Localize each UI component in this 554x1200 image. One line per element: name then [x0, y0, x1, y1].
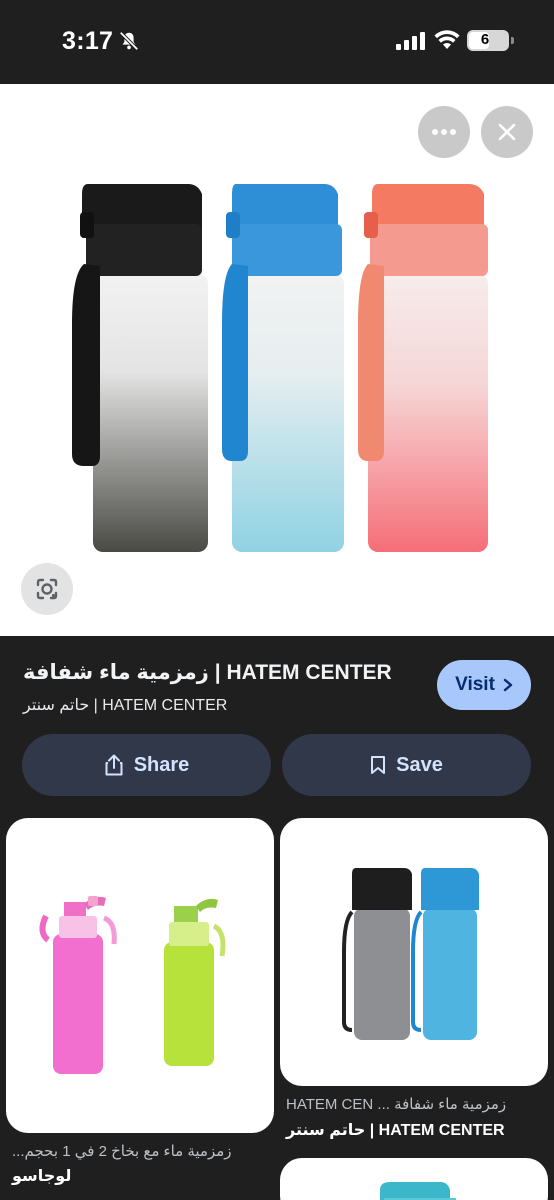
chevron-right-icon — [503, 678, 513, 692]
bottle-image — [380, 1182, 456, 1200]
more-options-button[interactable] — [418, 106, 470, 158]
battery-icon: 6 — [467, 30, 514, 51]
battery-level: 6 — [480, 31, 490, 48]
related-result-title[interactable]: زمزمية ماء مع بخاخ 2 في 1 بحجم... — [12, 1142, 274, 1160]
close-button[interactable] — [481, 106, 533, 158]
more-horiz-icon — [432, 129, 456, 135]
visit-button[interactable]: Visit — [437, 660, 531, 710]
bell-off-icon — [119, 31, 139, 51]
save-button-label: Save — [396, 753, 443, 776]
share-button[interactable]: Share — [22, 734, 271, 796]
google-lens-icon — [36, 578, 58, 600]
google-lens-button[interactable] — [21, 563, 73, 615]
status-time: 3:17 — [62, 27, 114, 55]
related-result-title[interactable]: زمزمية ماء شفافة ... HATEM CEN — [286, 1095, 546, 1113]
visit-button-label: Visit — [455, 674, 495, 695]
cellular-signal-icon — [396, 32, 425, 50]
spray-bottles-image — [39, 896, 226, 1074]
two-bottles-image — [342, 868, 479, 1040]
share-icon — [105, 754, 123, 776]
related-result-image[interactable] — [6, 818, 274, 1133]
bookmark-icon — [371, 756, 386, 774]
wifi-icon — [434, 30, 460, 49]
product-image[interactable] — [0, 84, 554, 636]
related-result-source[interactable]: لوجاسو — [12, 1166, 71, 1186]
water-bottles-image — [72, 184, 488, 552]
result-source[interactable]: حاتم سنتر | HATEM CENTER — [23, 695, 227, 715]
share-button-label: Share — [133, 753, 190, 776]
close-icon — [498, 123, 516, 141]
related-result-image[interactable] — [280, 818, 548, 1086]
related-result-image[interactable] — [280, 1158, 548, 1200]
status-bar: 3:17 6 — [0, 0, 554, 84]
result-title[interactable]: زمزمية ماء شفافة | HATEM CENTER — [23, 660, 392, 685]
save-button[interactable]: Save — [282, 734, 531, 796]
related-result-source[interactable]: حاتم سنتر | HATEM CENTER — [286, 1120, 505, 1140]
